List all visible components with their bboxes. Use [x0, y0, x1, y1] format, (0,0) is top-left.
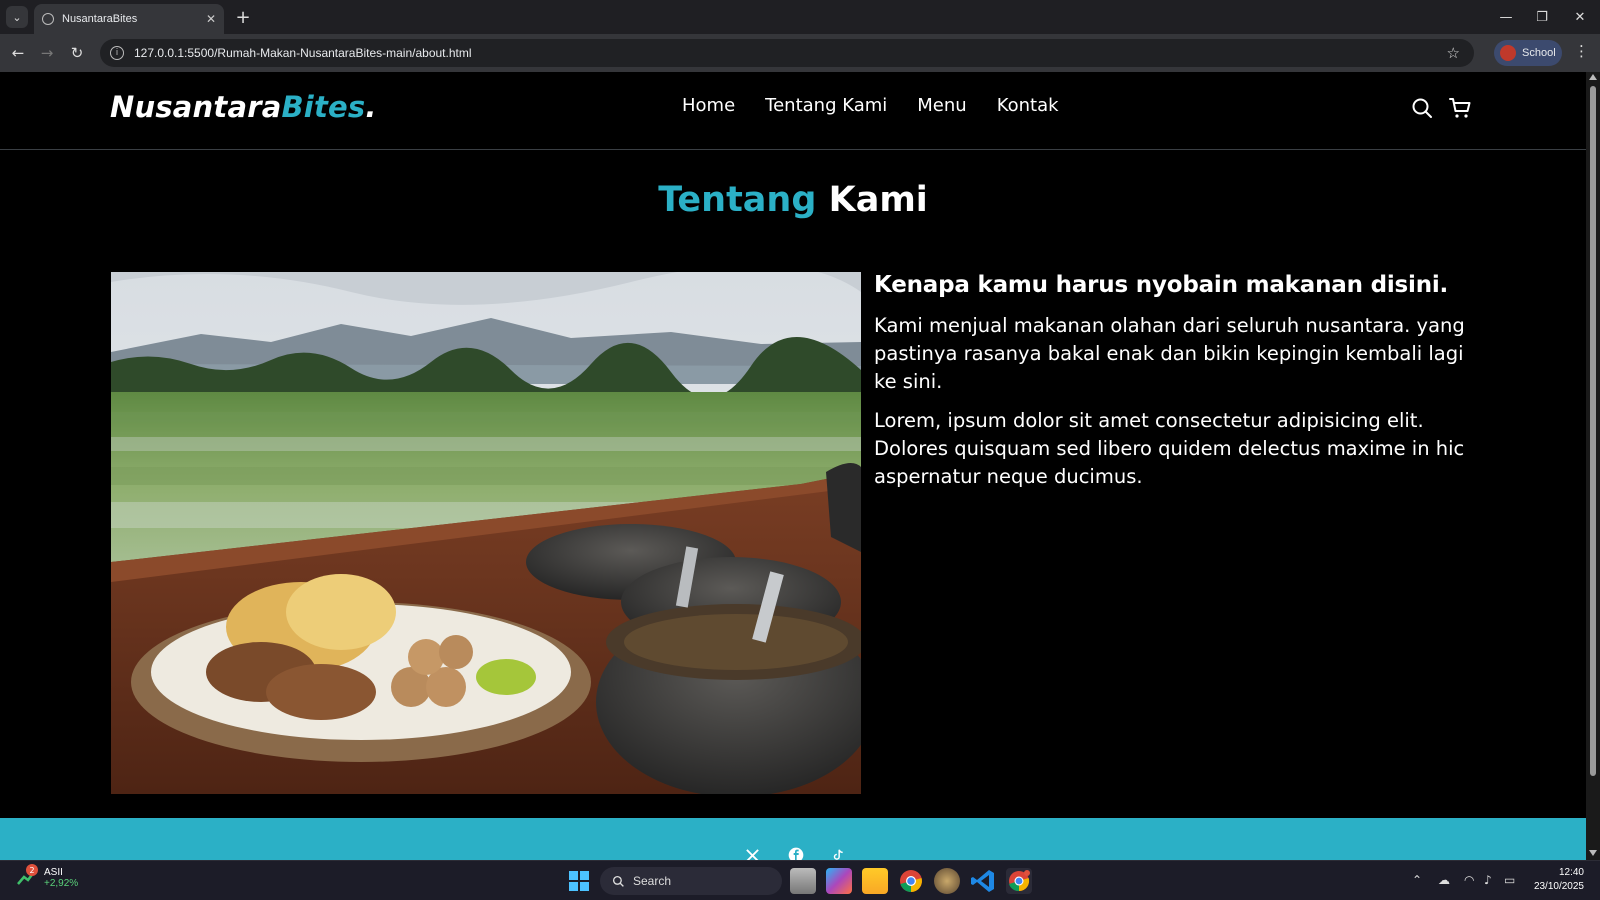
close-tab-icon[interactable]: ✕	[206, 12, 216, 26]
nav-menu[interactable]: Menu	[917, 95, 966, 116]
stock-ticker: ASII	[44, 867, 63, 878]
file-explorer-icon[interactable]	[862, 868, 888, 894]
search-label: Search	[633, 874, 672, 888]
nav-tentang-kami[interactable]: Tentang Kami	[765, 95, 887, 116]
forward-button[interactable]: →	[36, 42, 58, 64]
back-button[interactable]: ←	[7, 42, 29, 64]
nav-home[interactable]: Home	[682, 95, 735, 116]
close-window-button[interactable]: ✕	[1560, 4, 1600, 30]
windows-start-icon[interactable]	[566, 868, 592, 894]
about-content: Kenapa kamu harus nyobain makanan disini…	[874, 272, 1474, 502]
taskbar-search[interactable]: Search	[600, 867, 782, 895]
chrome-school-profile-icon[interactable]	[1006, 868, 1032, 894]
chrome-icon[interactable]	[898, 868, 924, 894]
tiktok-icon[interactable]	[831, 847, 845, 860]
search-icon	[612, 875, 624, 887]
site-navbar: NusantaraBites. Home Tentang Kami Menu K…	[0, 72, 1586, 150]
site-info-icon[interactable]: i	[110, 46, 124, 60]
nav-kontak[interactable]: Kontak	[997, 95, 1059, 116]
reload-button[interactable]: ↻	[66, 42, 88, 64]
stock-change: +2,92%	[44, 878, 79, 889]
about-food-image	[111, 272, 861, 794]
tab-search-button[interactable]: ⌄	[6, 6, 28, 28]
taskbar: 2 ASII +2,92% Search ⌃ ☁ ◠ ♪ ▭ 12:40 23/…	[0, 860, 1600, 900]
notification-badge: 2	[26, 864, 38, 876]
wifi-icon[interactable]: ◠	[1464, 873, 1474, 887]
stock-widget[interactable]: 2 ASII +2,92%	[16, 864, 79, 889]
title-accent: Tentang	[658, 180, 817, 220]
facebook-icon[interactable]	[788, 847, 804, 860]
copilot-icon[interactable]	[826, 868, 852, 894]
page-title: Tentang Kami	[0, 180, 1586, 220]
vscode-icon[interactable]	[970, 868, 996, 894]
about-paragraph-2: Lorem, ipsum dolor sit amet consectetur …	[874, 409, 1465, 488]
about-paragraph-1: Kami menjual makanan olahan dari seluruh…	[874, 314, 1465, 393]
browser-tab[interactable]: NusantaraBites ✕	[34, 4, 224, 34]
globe-icon	[42, 13, 54, 25]
shopping-cart-icon[interactable]	[1448, 96, 1472, 120]
address-bar[interactable]: i 127.0.0.1:5500/Rumah-Makan-NusantaraBi…	[100, 39, 1474, 67]
volume-icon[interactable]: ♪	[1484, 873, 1492, 887]
app-icon[interactable]	[934, 868, 960, 894]
minimize-button[interactable]: —	[1486, 4, 1526, 30]
page-scrollbar[interactable]	[1586, 72, 1600, 860]
stock-chart-icon: 2	[16, 864, 38, 888]
site-footer	[0, 818, 1586, 860]
title-rest: Kami	[828, 180, 928, 220]
site-logo[interactable]: NusantaraBites.	[110, 90, 377, 124]
about-heading: Kenapa kamu harus nyobain makanan disini…	[874, 272, 1449, 298]
restore-button[interactable]: ❐	[1522, 4, 1562, 30]
page-viewport: NusantaraBites. Home Tentang Kami Menu K…	[0, 72, 1586, 860]
search-icon[interactable]	[1410, 96, 1434, 120]
address-toolbar: ← → ↻ i 127.0.0.1:5500/Rumah-Makan-Nusan…	[0, 34, 1600, 72]
logo-main: Nusantara	[110, 90, 282, 124]
logo-accent: Bites	[281, 90, 366, 124]
main-menu: Home Tentang Kami Menu Kontak	[682, 95, 1089, 116]
scroll-down-icon[interactable]	[1589, 850, 1597, 856]
profile-name: School	[1522, 47, 1556, 59]
bookmark-star-icon[interactable]: ☆	[1447, 44, 1460, 62]
system-clock[interactable]: 12:40 23/10/2025	[1528, 866, 1584, 894]
browser-tab-bar: ⌄ NusantaraBites ✕ + — ❐ ✕	[0, 0, 1600, 34]
cloud-off-icon[interactable]: ☁	[1438, 873, 1450, 887]
profile-button[interactable]: School	[1494, 40, 1562, 66]
logo-dot: .	[365, 90, 377, 124]
tab-title: NusantaraBites	[62, 13, 138, 25]
more-menu-icon[interactable]: ⋮	[1574, 42, 1589, 60]
battery-icon[interactable]: ▭	[1504, 873, 1515, 887]
url-text[interactable]: 127.0.0.1:5500/Rumah-Makan-NusantaraBite…	[134, 46, 472, 60]
clock-time: 12:40	[1558, 867, 1584, 878]
avatar	[1500, 45, 1516, 61]
scroll-up-icon[interactable]	[1589, 74, 1597, 80]
chevron-up-icon[interactable]: ⌃	[1412, 873, 1422, 887]
scrollbar-thumb[interactable]	[1590, 86, 1596, 776]
new-tab-button[interactable]: +	[232, 6, 254, 28]
task-view-icon[interactable]	[790, 868, 816, 894]
x-icon[interactable]	[745, 848, 760, 860]
clock-date: 23/10/2025	[1533, 881, 1584, 892]
